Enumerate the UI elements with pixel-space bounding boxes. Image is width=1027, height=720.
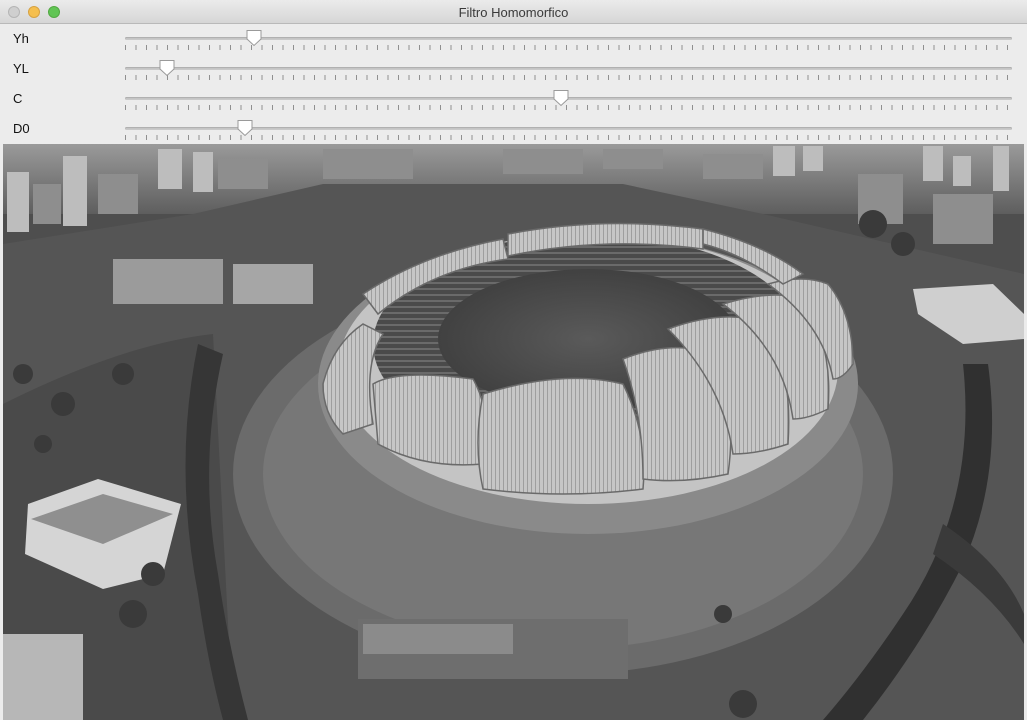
slider-track[interactable]: [125, 127, 1012, 130]
slider-label-c: C: [13, 91, 23, 106]
slider-label-d0: D0: [13, 121, 30, 136]
window-title: Filtro Homomorfico: [458, 5, 569, 20]
slider-row-c: C: [0, 84, 1027, 114]
slider-ticks: [125, 135, 1012, 140]
slider-yl[interactable]: [125, 54, 1012, 84]
trackbar-panel: Yh YL C D0: [0, 24, 1027, 144]
slider-label-yl: YL: [13, 61, 29, 76]
slider-c[interactable]: [125, 84, 1012, 114]
slider-track[interactable]: [125, 67, 1012, 70]
app-window: Filtro Homomorfico Yh YL C D0: [0, 0, 1027, 720]
filtered-image: [3, 144, 1024, 720]
slider-label-yh: Yh: [13, 31, 29, 46]
stadium-photo: [3, 144, 1024, 720]
slider-row-d0: D0: [0, 114, 1027, 144]
slider-row-yl: YL: [0, 54, 1027, 84]
slider-ticks: [125, 75, 1012, 80]
slider-yh[interactable]: [125, 24, 1012, 54]
slider-d0[interactable]: [125, 114, 1012, 144]
slider-row-yh: Yh: [0, 24, 1027, 54]
title-bar[interactable]: Filtro Homomorfico: [0, 0, 1027, 24]
